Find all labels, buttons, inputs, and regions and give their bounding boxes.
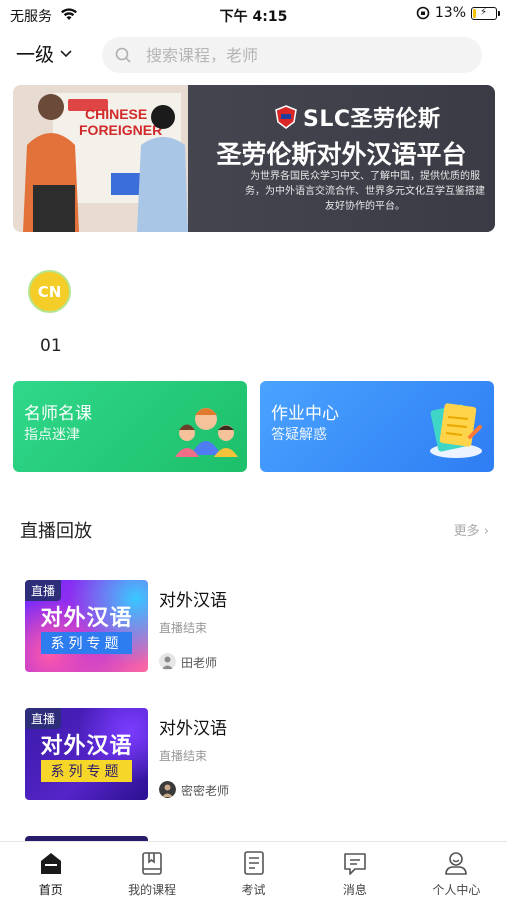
thumbnail-subtitle: 系列专题 [41,632,132,654]
live-replay-item[interactable]: 直播 对外汉语 系列专题 对外汉语 直播结束 密密老师 [25,708,485,800]
live-status: 直播结束 [159,749,208,763]
card-title: 名师名课 [24,404,92,424]
thumbnail-title: 对外汉语 [40,734,133,759]
tab-messages[interactable]: 消息 [304,842,405,900]
category-badge[interactable]: CN [28,270,71,313]
battery-fill [473,8,476,18]
card-title: 作业中心 [271,404,339,424]
rotation-lock-icon [416,6,430,20]
card-subtitle: 指点迷津 [24,427,80,443]
famous-teacher-card[interactable]: 名师名课 指点迷津 [13,381,247,472]
homework-notebook-icon [430,403,482,458]
teacher-avatar [159,653,176,670]
tab-exam[interactable]: 考试 [203,842,304,900]
live-replay-item[interactable]: 直播 对外汉语 系列专题 对外汉语 直播结束 田老师 [25,580,485,672]
teacher-name: 田老师 [181,656,218,670]
live-course-name: 对外汉语 [159,591,227,611]
banner-description: 为世界各国民众学习中文、了解中国，提供优质的服务，为中外语言交流合作、世界多元文… [245,171,485,212]
tab-label: 首页 [38,883,63,897]
level-dropdown[interactable]: 一级 [16,40,72,67]
search-input[interactable] [146,45,446,65]
svg-text:FOREIGNER: FOREIGNER [79,122,162,138]
tab-label: 考试 [241,883,266,897]
battery-percent: 13% [434,5,466,21]
thumbnail-subtitle: 系列专题 [41,760,132,782]
shield-logo-icon [275,105,297,129]
exam-icon [243,851,264,875]
banner-logo: SLC圣劳伦斯 [275,101,441,133]
teacher-name: 密密老师 [181,784,230,798]
card-subtitle: 答疑解惑 [271,427,327,443]
banner-teachers-photo: CHINESE FOREIGNER [13,85,188,232]
more-label: 更多 [453,524,480,539]
more-link[interactable]: 更多 › [454,520,489,539]
status-bar: 无服务 下午 4:15 13% ⚡ [0,0,507,30]
search-bar[interactable] [102,37,482,73]
thumbnail-title: 对外汉语 [40,606,133,631]
tab-home[interactable]: 首页 [0,842,101,900]
status-right: 13% ⚡ [416,5,500,21]
category-label[interactable]: 01 [40,336,62,356]
svg-text:CHINESE: CHINESE [85,106,147,122]
home-icon [40,853,61,874]
banner-title: 圣劳伦斯对外汉语平台 [216,140,467,169]
tab-label: 消息 [342,883,367,897]
battery-icon: ⚡ [471,6,500,20]
live-tag: 直播 [25,580,62,601]
live-tag: 直播 [25,708,62,729]
live-status: 直播结束 [159,621,208,635]
tab-my-courses[interactable]: 我的课程 [101,842,202,900]
live-thumbnail[interactable]: 直播 对外汉语 系列专题 [25,580,148,672]
promo-banner[interactable]: CHINESE FOREIGNER SLC圣劳伦斯 圣劳伦斯对外汉语平台 为世界… [13,85,495,232]
level-label: 一级 [16,44,55,66]
message-icon [344,853,366,875]
charging-bolt-icon: ⚡ [480,6,488,18]
chevron-down-icon [60,49,72,57]
teachers-group-icon [175,408,238,457]
section-title: 直播回放 [20,521,92,542]
search-icon [115,47,131,63]
book-icon [142,852,162,875]
bottom-tab-bar: 首页 我的课程 考试 消息 个人中心 [0,841,507,900]
homework-center-card[interactable]: 作业中心 答疑解惑 [260,381,494,472]
live-course-name: 对外汉语 [159,719,227,739]
tab-label: 我的课程 [128,883,177,897]
banner-brand: SLC圣劳伦斯 [303,107,441,132]
live-thumbnail[interactable]: 直播 对外汉语 系列专题 [25,708,148,800]
tab-profile[interactable]: 个人中心 [406,842,507,900]
teacher-avatar [159,781,176,798]
tab-label: 个人中心 [432,883,481,897]
chevron-right-icon: › [483,524,489,539]
profile-icon [445,852,468,875]
